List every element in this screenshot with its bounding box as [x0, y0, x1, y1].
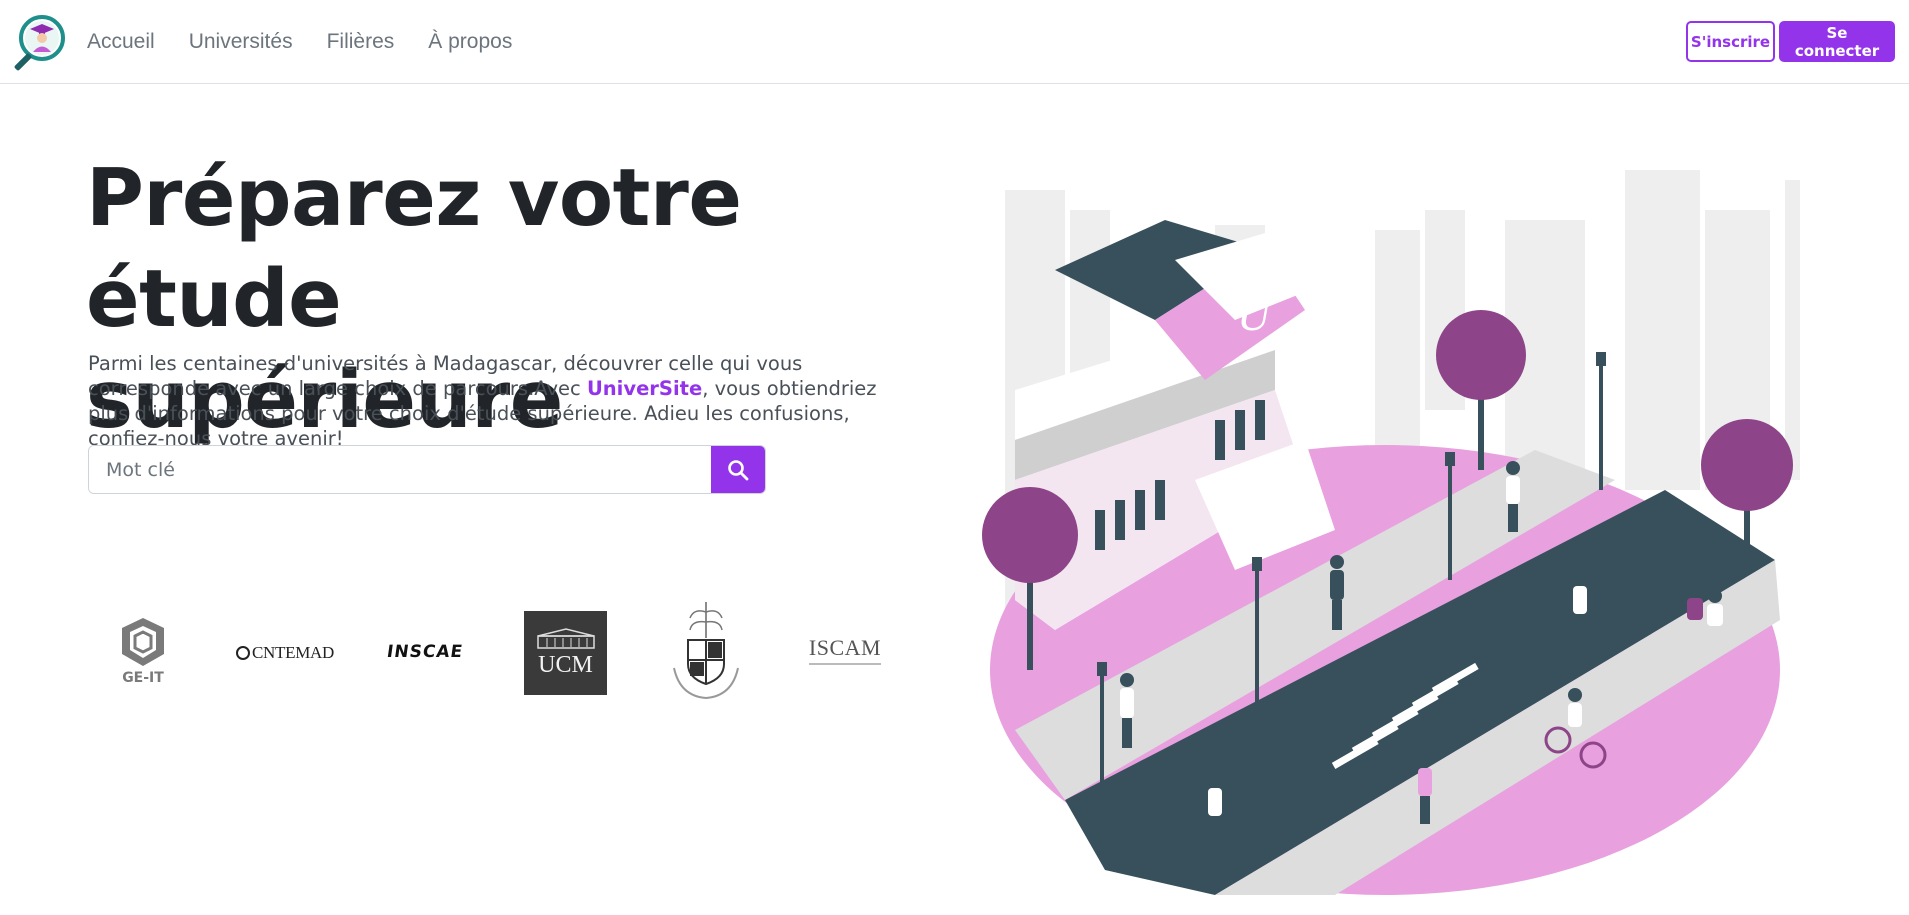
nav-link-a-propos[interactable]: À propos — [411, 30, 529, 54]
search-input[interactable] — [89, 446, 711, 493]
ucm-label: UCM — [538, 651, 593, 678]
cntemad-emblem-icon — [236, 646, 251, 660]
nav-link-universites[interactable]: Universités — [172, 30, 310, 54]
university-logo-iscam[interactable]: ISCAM — [806, 628, 884, 672]
geit-label: GE-IT — [122, 670, 164, 686]
login-button[interactable]: Se connecter — [1779, 21, 1895, 62]
inscae-label: INSCAE — [385, 642, 465, 662]
iscam-tagline-line — [809, 663, 881, 665]
university-logo-crest[interactable] — [657, 597, 755, 707]
cntemad-label: CNTEMAD — [252, 643, 334, 662]
nav-link-filieres[interactable]: Filières — [310, 30, 412, 54]
search-button[interactable] — [711, 446, 765, 493]
nav-link-accueil[interactable]: Accueil — [70, 30, 172, 54]
university-logo-ucm[interactable]: UCM — [524, 611, 607, 695]
navbar: Accueil Universités Filières À propos S'… — [0, 0, 1909, 84]
search-bar — [88, 445, 766, 494]
geit-shield-icon — [122, 618, 164, 666]
university-logo-geit[interactable]: GE-IT — [113, 612, 173, 690]
hero-description: Parmi les centaines d'universités à Mada… — [88, 351, 898, 451]
signup-button[interactable]: S'inscrire — [1686, 21, 1775, 62]
university-logo-inscae[interactable]: INSCAE — [383, 617, 467, 687]
ucm-building-icon — [536, 627, 595, 649]
search-icon — [728, 459, 749, 480]
brand-name: UniverSite — [586, 377, 703, 400]
site-logo-icon[interactable] — [12, 14, 66, 72]
iscam-label: ISCAM — [808, 635, 882, 660]
hero-title-line1: Préparez votre étude — [86, 152, 742, 345]
campus-illustration: U — [982, 170, 1800, 895]
university-crest-icon — [673, 602, 739, 700]
nav-links: Accueil Universités Filières À propos — [70, 0, 529, 84]
university-logo-cntemad[interactable]: CNTEMAD — [234, 636, 336, 670]
